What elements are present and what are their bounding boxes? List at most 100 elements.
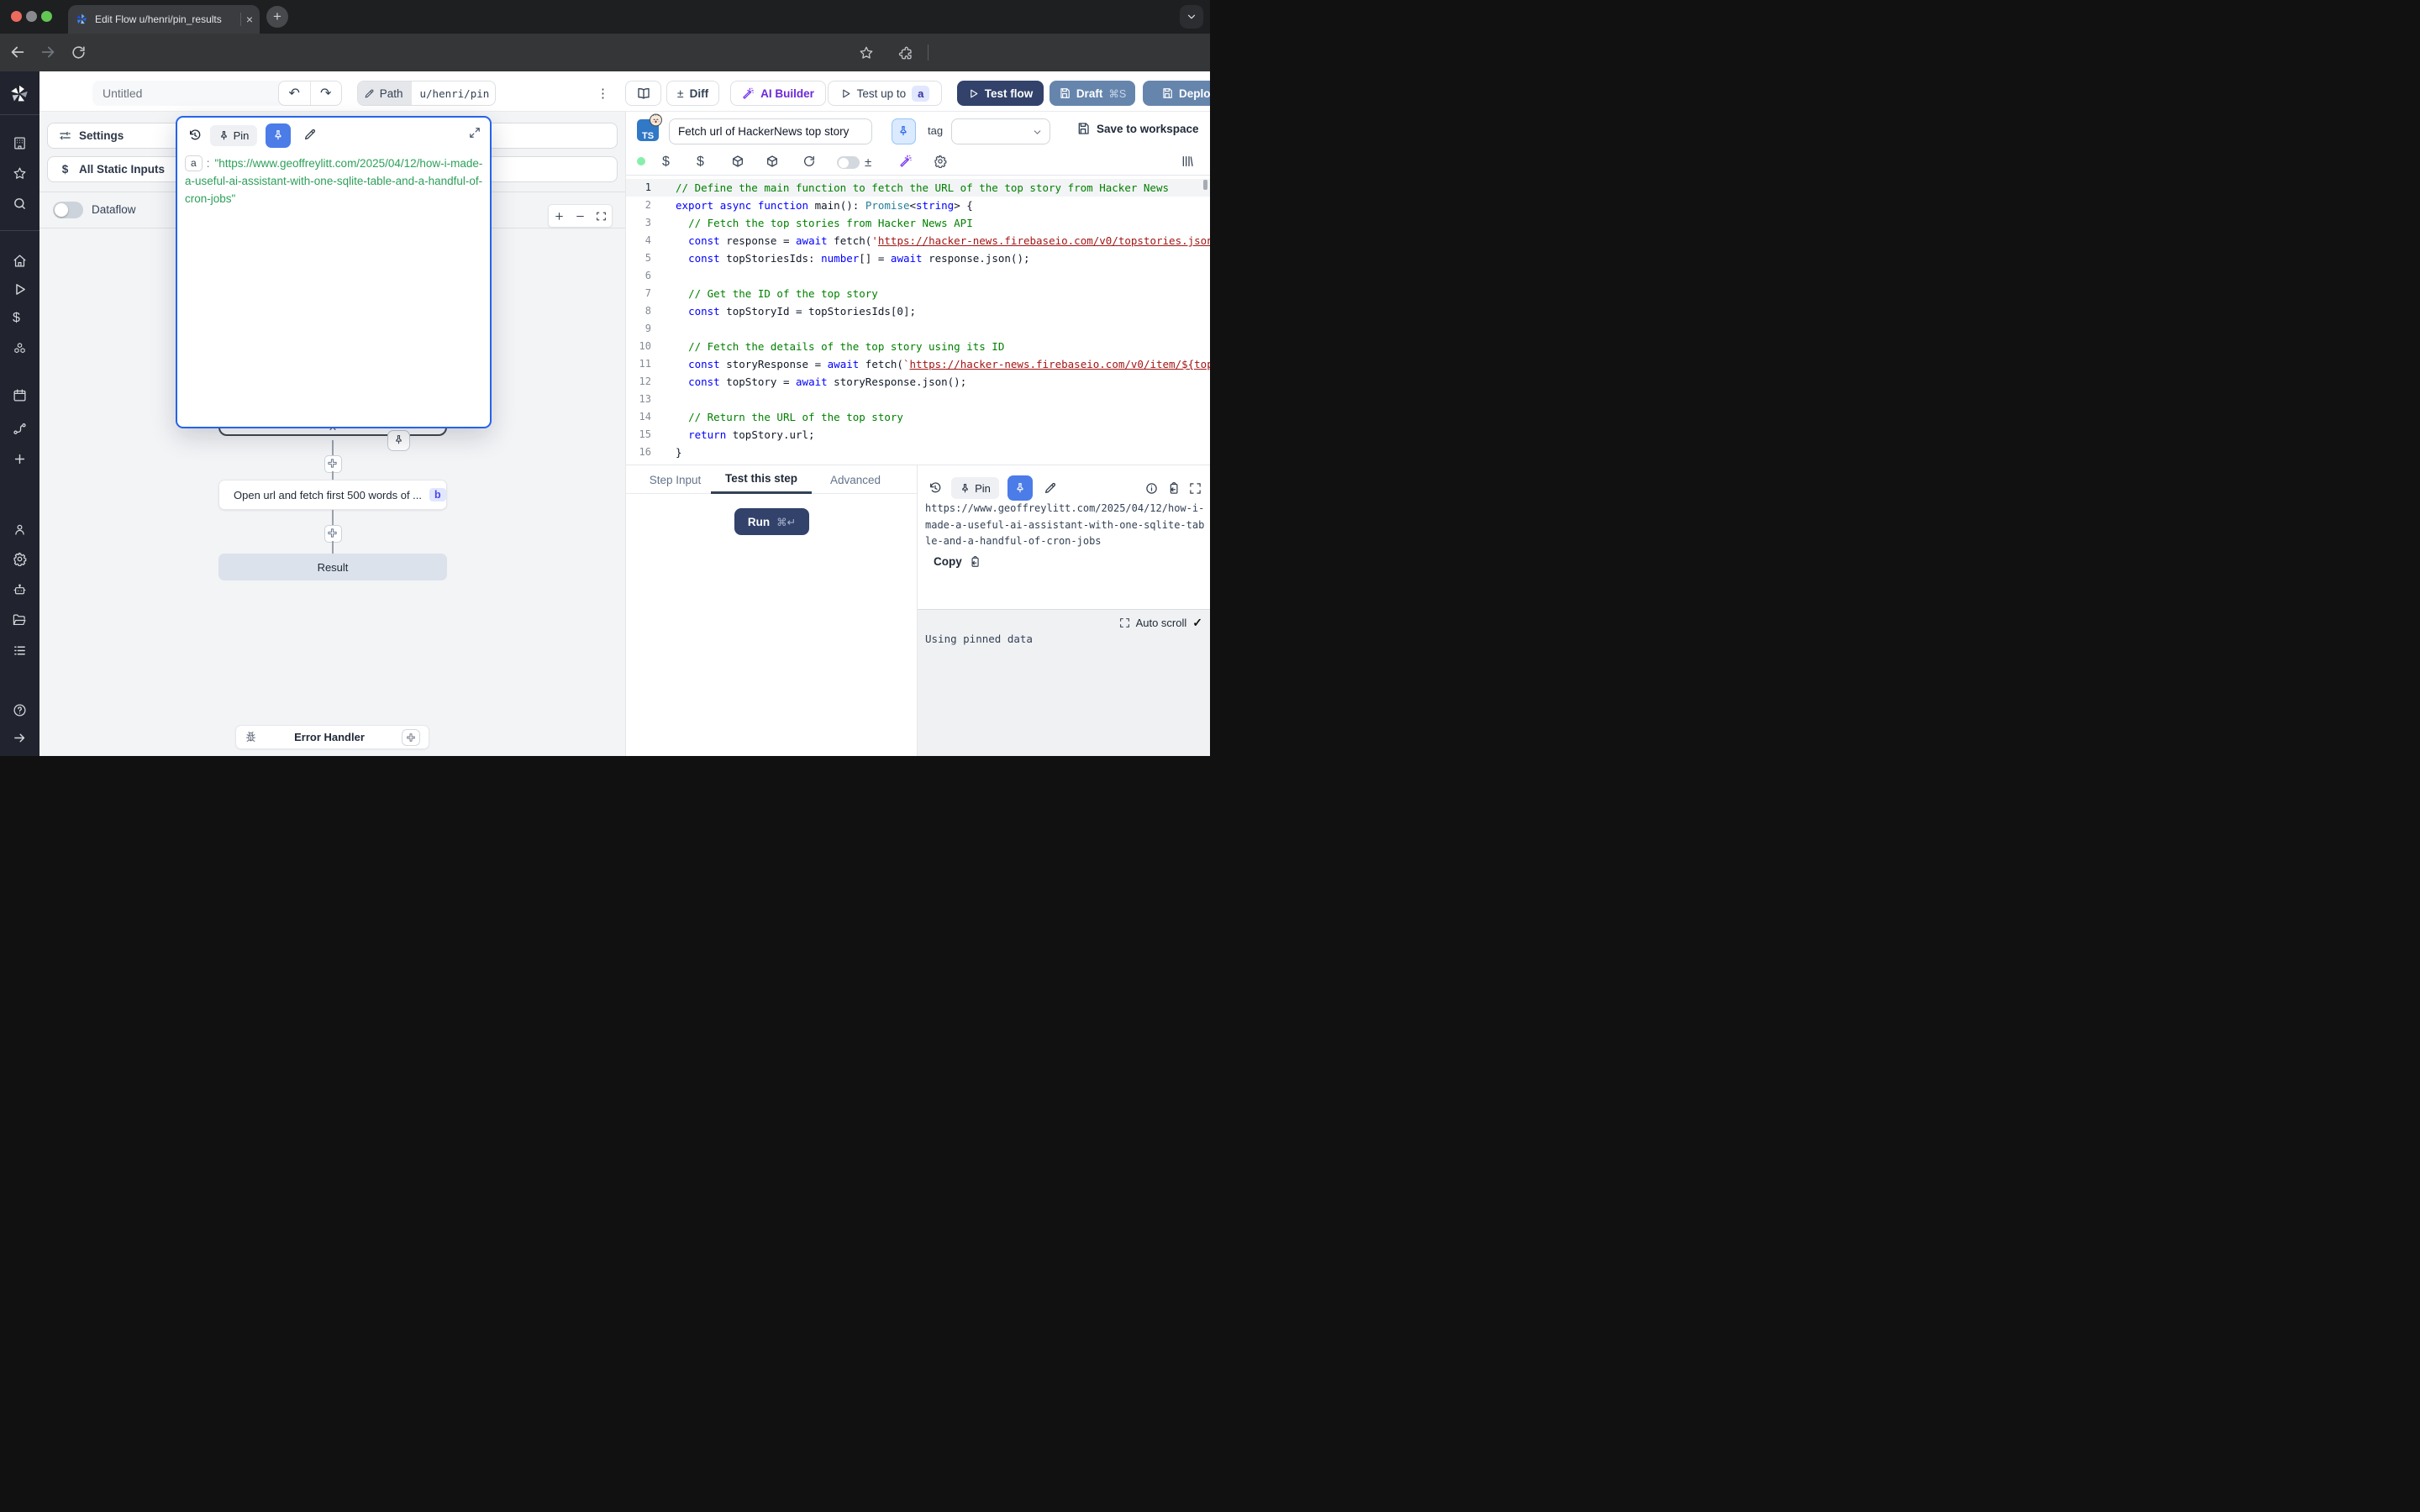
add-step-button[interactable]	[324, 525, 342, 543]
pencil-icon[interactable]	[1044, 481, 1057, 495]
docs-book-button[interactable]	[625, 81, 661, 106]
code-line-4[interactable]: 4 const response = await fetch('https://…	[626, 232, 1210, 249]
package-icon[interactable]	[731, 155, 744, 168]
code-editor[interactable]: 1// Define the main function to fetch th…	[626, 179, 1210, 465]
tab-search-button[interactable]	[1180, 5, 1203, 29]
flow-name-input[interactable]	[92, 81, 304, 106]
step-summary-input[interactable]	[669, 118, 872, 144]
add-error-handler-button[interactable]	[402, 729, 420, 746]
kebab-menu-icon[interactable]: ⋮	[597, 86, 609, 101]
reload-icon[interactable]	[71, 45, 87, 60]
fullscreen-icon[interactable]	[1189, 482, 1202, 495]
code-line-5[interactable]: 5 const topStoriesIds: number[] = await …	[626, 249, 1210, 267]
check-icon[interactable]: ✓	[1192, 616, 1202, 630]
copy-button[interactable]: Copy	[934, 555, 981, 568]
tab-close-icon[interactable]: ×	[246, 13, 253, 25]
code-line-14[interactable]: 14 // Return the URL of the top story	[626, 408, 1210, 426]
zoom-in-icon[interactable]	[554, 211, 565, 222]
pin-active-button[interactable]	[1007, 475, 1033, 501]
gear-icon[interactable]	[934, 155, 947, 168]
code-line-1[interactable]: 1// Define the main function to fetch th…	[626, 179, 1210, 197]
undo-icon[interactable]: ↶	[279, 85, 310, 102]
save-to-workspace-button[interactable]: Save to workspace	[1076, 122, 1199, 135]
variables-dollar-icon[interactable]: $	[662, 155, 676, 168]
fit-view-icon[interactable]	[596, 211, 607, 222]
tab-test-this-step[interactable]: Test this step	[711, 465, 812, 494]
code-line-7[interactable]: 7 // Get the ID of the top story	[626, 285, 1210, 302]
new-tab-button[interactable]: +	[266, 6, 288, 28]
ai-builder-button[interactable]: AI Builder	[730, 81, 826, 106]
pinned-value[interactable]: a:"https://www.geoffreylitt.com/2025/04/…	[185, 155, 484, 207]
zoom-out-icon[interactable]	[575, 211, 586, 222]
dataflow-toggle[interactable]	[53, 202, 83, 218]
code-line-13[interactable]: 13	[626, 391, 1210, 408]
expand-icon[interactable]	[469, 127, 481, 139]
library-panel-icon[interactable]	[1181, 155, 1194, 168]
code-line-9[interactable]: 9	[626, 320, 1210, 338]
sidebar-variables-icon[interactable]: $	[13, 311, 27, 325]
tag-select[interactable]	[951, 118, 1050, 144]
maximize-window-button[interactable]	[41, 11, 52, 22]
add-step-button[interactable]	[324, 455, 342, 473]
reload-icon[interactable]	[802, 155, 816, 168]
sidebar-runs-icon[interactable]	[13, 282, 27, 297]
editor-toggle[interactable]	[837, 156, 860, 169]
sidebar-favorites-icon[interactable]	[13, 166, 27, 181]
sidebar-users-icon[interactable]	[13, 522, 27, 537]
code-line-12[interactable]: 12 const topStory = await storyResponse.…	[626, 373, 1210, 391]
package-icon[interactable]	[765, 155, 779, 168]
browser-tab[interactable]: Edit Flow u/henri/pin_results ×	[68, 5, 260, 34]
sidebar-workers-icon[interactable]	[13, 583, 27, 597]
deploy-button[interactable]: Deploy	[1143, 81, 1210, 106]
clipboard-icon[interactable]	[1167, 482, 1180, 495]
sidebar-folders-icon[interactable]	[13, 613, 27, 627]
sidebar-logs-icon[interactable]	[13, 643, 27, 658]
sidebar-resources-icon[interactable]	[13, 342, 27, 356]
code-line-15[interactable]: 15 return topStory.url;	[626, 426, 1210, 444]
sidebar-add-icon[interactable]	[13, 452, 27, 466]
close-window-button[interactable]	[11, 11, 22, 22]
history-icon[interactable]	[929, 481, 942, 495]
pin-button[interactable]: Pin	[951, 477, 999, 499]
sidebar-help-icon[interactable]	[13, 703, 27, 717]
code-line-8[interactable]: 8 const topStoryId = topStoriesIds[0];	[626, 302, 1210, 320]
extensions-puzzle-icon[interactable]	[898, 45, 913, 60]
sidebar-search-icon[interactable]	[13, 197, 27, 211]
draft-button[interactable]: Draft ⌘S	[1050, 81, 1135, 106]
code-line-3[interactable]: 3 // Fetch the top stories from Hacker N…	[626, 214, 1210, 232]
tab-advanced[interactable]: Advanced	[818, 465, 893, 494]
run-button[interactable]: Run ⌘↵	[734, 508, 809, 535]
history-icon[interactable]	[188, 129, 202, 142]
magic-wand-icon[interactable]	[899, 155, 913, 168]
code-line-6[interactable]: 6	[626, 267, 1210, 285]
editor-scrollbar[interactable]	[1203, 180, 1207, 190]
info-icon[interactable]	[1145, 482, 1158, 495]
sidebar-schedules-icon[interactable]	[13, 388, 27, 402]
redo-icon[interactable]: ↷	[310, 85, 341, 102]
test-flow-button[interactable]: Test flow	[957, 81, 1044, 106]
code-line-10[interactable]: 10 // Fetch the details of the top story…	[626, 338, 1210, 355]
error-handler-node[interactable]: Error Handler	[235, 725, 429, 749]
bookmark-star-icon[interactable]	[859, 45, 874, 60]
resources-dollar-icon[interactable]: $	[697, 155, 710, 168]
sidebar-expand-icon[interactable]	[13, 731, 27, 745]
pin-active-button[interactable]	[266, 123, 291, 148]
sidebar-home-icon[interactable]	[13, 254, 27, 268]
flow-node-result[interactable]: Result	[218, 554, 447, 580]
node-a-pin-badge[interactable]	[387, 430, 410, 451]
windmill-logo[interactable]	[8, 83, 30, 105]
plus-minus-icon[interactable]: ±	[865, 155, 871, 170]
sidebar-routes-icon[interactable]	[13, 422, 27, 436]
pin-toggle-button[interactable]	[892, 118, 916, 144]
pencil-icon[interactable]	[303, 128, 317, 141]
sidebar-workspace-icon[interactable]	[13, 136, 27, 150]
test-up-to-button[interactable]: Test up to a	[828, 81, 942, 106]
code-line-16[interactable]: 16}	[626, 444, 1210, 461]
code-line-2[interactable]: 2export async function main(): Promise<s…	[626, 197, 1210, 214]
sidebar-settings-icon[interactable]	[13, 552, 27, 566]
minimize-window-button[interactable]	[26, 11, 37, 22]
back-icon[interactable]	[8, 43, 27, 61]
path-button[interactable]: Path u/henri/pin	[357, 81, 496, 106]
forward-icon[interactable]	[39, 43, 57, 61]
diff-button[interactable]: ± Diff	[666, 81, 719, 106]
